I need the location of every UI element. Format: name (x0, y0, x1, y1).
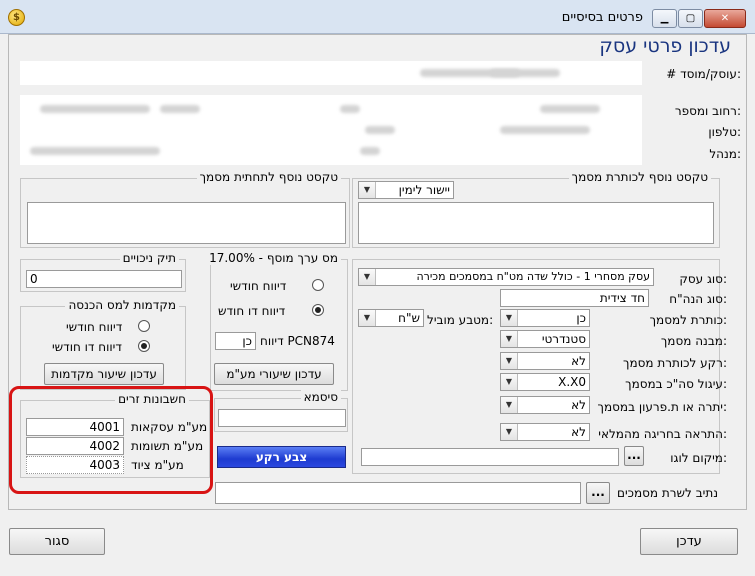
footer-text-title: טקסט נוסף לתחתית מסמך (196, 170, 341, 184)
street-label: רחוב ומספר: (674, 104, 741, 118)
phone-label: טלפון: (708, 125, 741, 139)
close-button[interactable]: סגור (9, 528, 105, 555)
doc-structure-select[interactable]: ▼ סטנדרטי (500, 330, 590, 348)
manager-label: מנהל: (709, 147, 741, 161)
bg-title-label: רקע לכותרת מסמך: (623, 356, 727, 370)
vat-inputs-field[interactable]: 4002 (26, 437, 124, 455)
chevron-down-icon: ▼ (359, 182, 376, 198)
minimize-button[interactable]: ▁ (652, 9, 677, 28)
deductions-title: תיק ניכויים (119, 251, 179, 265)
header-text-title: טקסט נוסף לכותרת מסמך (568, 170, 711, 184)
close-window-button[interactable]: ✕ (704, 9, 746, 28)
pcn-label: דיווח PCN874 (260, 334, 335, 348)
stock-alert-select[interactable]: ▼ לא (500, 423, 590, 441)
vat-bimonthly-radio[interactable] (312, 304, 324, 316)
business-id-label: # עוסק/מוסד: (666, 67, 741, 81)
app-coin-icon: $ (8, 9, 25, 26)
pcn-field[interactable]: כן (215, 332, 256, 350)
foreign-accounts-title: חשבונות זרים (115, 392, 189, 406)
vat-bimonthly-label: דיווח דו חודש (218, 304, 286, 318)
footer-text-area[interactable] (27, 202, 346, 244)
balance-select[interactable]: ▼ לא (500, 396, 590, 414)
header-text-area[interactable] (358, 202, 714, 244)
vat-equipment-field[interactable]: 4003 (26, 456, 124, 474)
vat-monthly-label: דיווח חודשי (230, 279, 287, 293)
password-title: סיסמא (300, 390, 341, 404)
doc-title-select[interactable]: ▼ כן (500, 309, 590, 327)
currency-select[interactable]: ▼ ש"ח (358, 309, 424, 327)
rounding-label: עיגול סה"כ במסמך: (625, 377, 727, 391)
chevron-down-icon: ▼ (501, 374, 518, 390)
business-id-field[interactable] (20, 61, 642, 85)
business-type-label: סוג עסק: (679, 272, 727, 286)
background-color-button[interactable]: צבע רקע (217, 446, 346, 468)
update-advances-button[interactable]: עדכון שיעור מקדמות (44, 363, 164, 385)
page-title: עדכון פרטי עסק (599, 35, 731, 57)
logo-label: מיקום לוגו: (670, 451, 727, 465)
alignment-select[interactable]: ▼ יישור לימין (358, 181, 454, 199)
vat-inputs-label: מע"מ תשומות (131, 439, 204, 453)
vat-transactions-label: מע"מ עסקאות (131, 420, 208, 434)
update-button[interactable]: עדכן (640, 528, 738, 555)
income-tax-title: מקדמות למס הכנסה (65, 298, 179, 312)
doc-structure-label: מבנה מסמך: (660, 334, 727, 348)
logo-path-field[interactable] (361, 448, 619, 466)
chevron-down-icon: ▼ (359, 269, 376, 285)
tax-monthly-radio[interactable] (138, 320, 150, 332)
chevron-down-icon: ▼ (501, 397, 518, 413)
tax-monthly-label: דיווח חודשי (66, 320, 123, 334)
bookkeeping-label: סוג הנה"ח: (669, 292, 727, 306)
stock-alert-label: התראה בחריגה מהמלאי: (598, 427, 727, 441)
maximize-button[interactable]: ▢ (678, 9, 703, 28)
password-field[interactable] (218, 409, 346, 427)
update-vat-rates-button[interactable]: עדכון שיעורי מע"מ (214, 363, 334, 385)
tax-bimonthly-label: דיווח דו חודשי (52, 340, 122, 354)
docs-path-label: נתיב לשרת מסמכים (617, 486, 719, 500)
vat-title: מס ערך מוסף - 17.00% (206, 251, 341, 265)
vat-monthly-radio[interactable] (312, 279, 324, 291)
browse-logo-button[interactable]: ... (624, 446, 644, 466)
business-type-select[interactable]: ▼ עסק מסחרי 1 - כולל שדה מט"ח במסמכים מכ… (358, 268, 654, 286)
chevron-down-icon: ▼ (501, 331, 518, 347)
docs-path-field[interactable] (215, 482, 581, 504)
doc-title-label: כותרת למסמך: (649, 313, 727, 327)
bookkeeping-field[interactable]: חד צידית (500, 289, 649, 307)
rounding-select[interactable]: ▼ X.X0 (500, 373, 590, 391)
bg-title-select[interactable]: ▼ לא (500, 352, 590, 370)
browse-docs-path-button[interactable]: ... (586, 482, 610, 504)
chevron-down-icon: ▼ (501, 310, 518, 326)
vat-equipment-label: מע"מ ציוד (131, 458, 184, 472)
deductions-field[interactable]: 0 (26, 270, 182, 288)
balance-label: יתרה או ת.פרעון במסמך: (597, 400, 727, 414)
chevron-down-icon: ▼ (501, 424, 518, 440)
tax-bimonthly-radio[interactable] (138, 340, 150, 352)
address-contact-fields[interactable] (20, 95, 642, 165)
currency-label: מטבע מוביל: (427, 313, 494, 327)
window-title: פרטים בסיסיים (561, 10, 643, 25)
chevron-down-icon: ▼ (359, 310, 376, 326)
chevron-down-icon: ▼ (501, 353, 518, 369)
vat-transactions-field[interactable]: 4001 (26, 418, 124, 436)
